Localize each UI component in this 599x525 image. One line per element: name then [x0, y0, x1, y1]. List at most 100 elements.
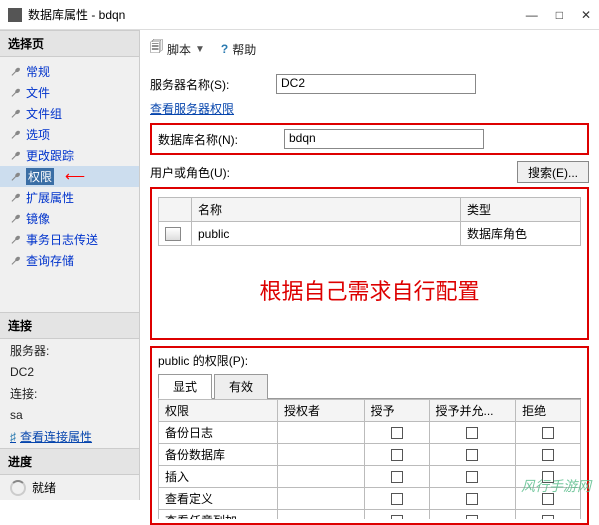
sidebar-item-3[interactable]: 选项	[0, 124, 139, 145]
annotation-text: 根据自己需求自行配置	[158, 246, 581, 334]
perm-grantor	[278, 466, 365, 488]
checkbox[interactable]	[391, 471, 403, 483]
sidebar-item-label: 镜像	[26, 210, 50, 227]
col-deny[interactable]: 拒绝	[516, 400, 581, 422]
sidebar-item-1[interactable]: 文件	[0, 82, 139, 103]
perm-row[interactable]: 备份日志	[159, 422, 581, 444]
sidebar: 选择页 常规文件文件组选项更改跟踪权限⟵扩展属性镜像事务日志传送查询存储 连接 …	[0, 30, 140, 500]
perm-name: 查看任意列加...	[159, 510, 278, 520]
server-label: 服务器:	[0, 339, 139, 362]
sidebar-item-5[interactable]: 权限 ⟵	[0, 166, 139, 187]
conn-label: 连接:	[0, 382, 139, 405]
sidebar-item-4[interactable]: 更改跟踪	[0, 145, 139, 166]
perm-row[interactable]: 插入	[159, 466, 581, 488]
perm-grantor	[278, 488, 365, 510]
maximize-button[interactable]: □	[556, 8, 563, 22]
view-server-permissions-link[interactable]: 查看服务器权限	[150, 100, 234, 117]
sidebar-item-label: 选项	[26, 126, 50, 143]
conn-value: sa	[0, 405, 139, 425]
sidebar-item-8[interactable]: 事务日志传送	[0, 229, 139, 250]
col-name[interactable]: 名称	[192, 198, 461, 222]
script-dropdown-icon[interactable]: ▼	[195, 44, 205, 55]
perm-row[interactable]: 备份数据库	[159, 444, 581, 466]
checkbox[interactable]	[542, 449, 554, 461]
checkbox[interactable]	[391, 449, 403, 461]
sidebar-item-label: 事务日志传送	[26, 231, 98, 248]
checkbox[interactable]	[391, 493, 403, 505]
sidebar-item-0[interactable]: 常规	[0, 61, 139, 82]
close-button[interactable]: ✕	[581, 8, 591, 22]
perm-row[interactable]: 查看定义	[159, 488, 581, 510]
connection-header: 连接	[0, 312, 139, 339]
sidebar-item-label: 扩展属性	[26, 189, 74, 206]
sidebar-item-label: 更改跟踪	[26, 147, 74, 164]
checkbox[interactable]	[542, 427, 554, 439]
col-grantor[interactable]: 授权者	[278, 400, 365, 422]
sidebar-item-label: 文件组	[26, 105, 62, 122]
checkbox[interactable]	[391, 515, 403, 519]
titlebar: 数据库属性 - bdqn — □ ✕	[0, 0, 599, 30]
db-name-highlight: 数据库名称(N): bdqn	[150, 123, 589, 155]
progress-header: 进度	[0, 448, 139, 475]
sidebar-item-label: 文件	[26, 84, 50, 101]
tab-effective[interactable]: 有效	[214, 374, 268, 399]
roles-table: 名称 类型 public 数据库角色	[158, 197, 581, 246]
checkbox[interactable]	[391, 427, 403, 439]
view-connection-link[interactable]: ♯查看连接属性	[0, 425, 139, 448]
perm-tabs: 显式 有效	[158, 373, 581, 399]
sidebar-item-label: 权限	[26, 168, 54, 185]
checkbox[interactable]	[466, 427, 478, 439]
spinner-icon	[10, 480, 26, 496]
sidebar-item-2[interactable]: 文件组	[0, 103, 139, 124]
role-type-cell: 数据库角色	[461, 222, 581, 246]
col-with-grant[interactable]: 授予并允...	[429, 400, 516, 422]
table-row[interactable]: public 数据库角色	[159, 222, 581, 246]
db-name-field: bdqn	[284, 129, 484, 149]
col-grant[interactable]: 授予	[364, 400, 429, 422]
perm-row[interactable]: 查看任意列加...	[159, 510, 581, 520]
wrench-icon	[10, 108, 22, 120]
sidebar-item-7[interactable]: 镜像	[0, 208, 139, 229]
server-name-label: 服务器名称(S):	[150, 76, 270, 93]
arrow-icon: ⟵	[65, 168, 85, 185]
perm-name: 查看定义	[159, 488, 278, 510]
content-pane: 🗐 脚本 ▼ ? 帮助 服务器名称(S): DC2 查看服务器权限 数据库名称(…	[140, 30, 599, 500]
role-name-cell: public	[192, 222, 461, 246]
checkbox[interactable]	[542, 515, 554, 519]
help-button[interactable]: 帮助	[232, 41, 256, 58]
sidebar-items: 常规文件文件组选项更改跟踪权限 ⟵ 扩展属性镜像事务日志传送查询存储	[0, 57, 139, 275]
col-perm[interactable]: 权限	[159, 400, 278, 422]
checkbox[interactable]	[466, 515, 478, 519]
col-type[interactable]: 类型	[461, 198, 581, 222]
help-icon: ?	[221, 42, 228, 56]
permissions-table: 权限 授权者 授予 授予并允... 拒绝 备份日志备份数据库插入查看定义查看任意…	[158, 399, 581, 519]
wrench-icon	[10, 255, 22, 267]
progress-label: 就绪	[32, 479, 56, 496]
minimize-button[interactable]: —	[526, 8, 538, 22]
tab-explicit[interactable]: 显式	[158, 374, 212, 399]
checkbox[interactable]	[466, 449, 478, 461]
sidebar-item-label: 查询存储	[26, 252, 74, 269]
sidebar-item-9[interactable]: 查询存储	[0, 250, 139, 271]
perm-grantor	[278, 444, 365, 466]
server-name-field: DC2	[276, 74, 476, 94]
server-value: DC2	[0, 362, 139, 382]
wrench-icon	[10, 234, 22, 246]
script-button[interactable]: 脚本	[167, 41, 191, 58]
role-icon	[165, 227, 181, 241]
window-title: 数据库属性 - bdqn	[28, 6, 526, 23]
wrench-icon	[10, 87, 22, 99]
user-role-row: 用户或角色(U): 搜索(E)...	[150, 161, 589, 183]
wrench-icon	[10, 150, 22, 162]
checkbox[interactable]	[466, 493, 478, 505]
table-header-row: 名称 类型	[159, 198, 581, 222]
perm-name: 备份数据库	[159, 444, 278, 466]
search-button[interactable]: 搜索(E)...	[517, 161, 589, 183]
select-page-header: 选择页	[0, 30, 139, 57]
checkbox[interactable]	[466, 471, 478, 483]
sidebar-item-6[interactable]: 扩展属性	[0, 187, 139, 208]
watermark: 风行手游网	[521, 476, 591, 496]
main-area: 选择页 常规文件文件组选项更改跟踪权限⟵扩展属性镜像事务日志传送查询存储 连接 …	[0, 30, 599, 500]
user-role-label: 用户或角色(U):	[150, 164, 230, 181]
window-buttons: — □ ✕	[526, 8, 591, 22]
